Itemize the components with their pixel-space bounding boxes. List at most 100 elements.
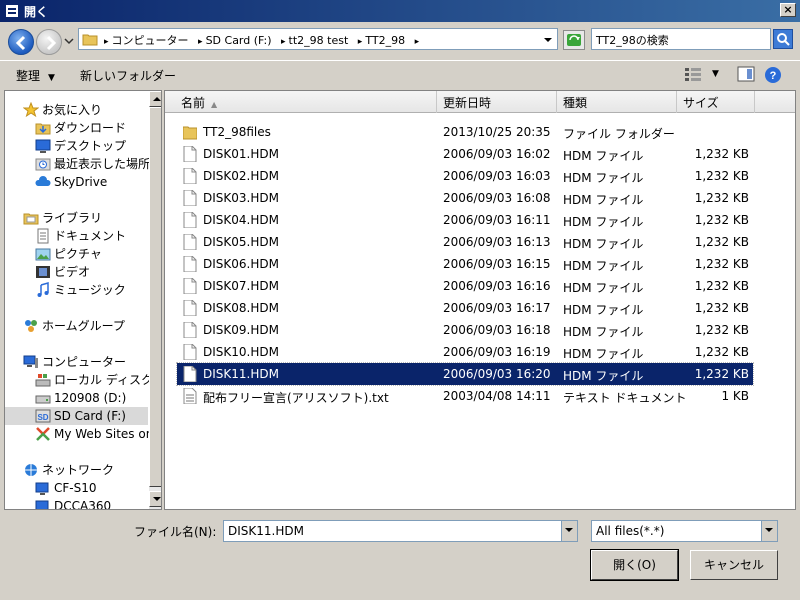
scroll-down-button[interactable] bbox=[149, 491, 161, 507]
file-size: 1,232 KB bbox=[694, 169, 749, 183]
nav-computer[interactable]: コンピューター bbox=[23, 353, 148, 371]
file-icon bbox=[183, 344, 197, 360]
history-dropdown-icon[interactable] bbox=[64, 37, 74, 45]
nav-recent-places[interactable]: 最近表示した場所 bbox=[35, 155, 150, 173]
nav-network-dcca360[interactable]: DCCA360 bbox=[35, 497, 148, 509]
file-row[interactable]: DISK05.HDM 2006/09/03 16:13 HDM ファイル 1,232 … bbox=[177, 231, 753, 253]
file-date: 2006/09/03 16:19 bbox=[443, 345, 551, 359]
breadcrumb-tt2-98[interactable]: TT2_98 bbox=[365, 34, 405, 47]
nav-drive-d[interactable]: 120908 (D:) bbox=[35, 389, 148, 407]
organize-button[interactable]: 整理 ▼ bbox=[16, 67, 55, 84]
nav-my-web-sites[interactable]: My Web Sites on bbox=[35, 425, 153, 443]
file-row[interactable]: DISK04.HDM 2006/09/03 16:11 HDM ファイル 1,232 … bbox=[177, 209, 753, 231]
file-type: HDM ファイル bbox=[563, 325, 644, 339]
file-name: DISK04.HDM bbox=[203, 213, 279, 227]
nav-libraries[interactable]: ライブラリ bbox=[23, 209, 148, 227]
nav-sd-card[interactable]: SD SD Card (F:) bbox=[5, 407, 148, 425]
file-name: 配布フリー宣言(アリスソフト).txt bbox=[203, 391, 389, 405]
cloud-icon bbox=[35, 176, 51, 186]
file-size: 1,232 KB bbox=[694, 367, 749, 381]
file-row[interactable]: DISK02.HDM 2006/09/03 16:03 HDM ファイル 1,232 … bbox=[177, 165, 753, 187]
file-row[interactable]: DISK06.HDM 2006/09/03 16:15 HDM ファイル 1,232 … bbox=[177, 253, 753, 275]
nav-favorites[interactable]: お気に入り bbox=[23, 101, 148, 119]
file-row[interactable]: DISK07.HDM 2006/09/03 16:16 HDM ファイル 1,232 … bbox=[177, 275, 753, 297]
content-area: お気に入り ダウンロード デスクトップ 最近表示した場所 SkyDrive ライ… bbox=[0, 88, 800, 510]
preview-pane-icon[interactable] bbox=[737, 66, 755, 82]
nav-documents[interactable]: ドキュメント bbox=[35, 227, 148, 245]
file-name: DISK11.HDM bbox=[203, 367, 279, 381]
file-row[interactable]: 配布フリー宣言(アリスソフト).txt 2003/04/08 14:11 テキスト … bbox=[177, 385, 753, 407]
arrow-down-icon bbox=[153, 497, 161, 501]
breadcrumb: ▸ コンピューター ▸ SD Card (F:) ▸ tt2_98 test ▸ TT2… bbox=[104, 34, 420, 47]
file-row[interactable]: DISK08.HDM 2006/09/03 16:17 HDM ファイル 1,232 … bbox=[177, 297, 753, 319]
refresh-button[interactable] bbox=[563, 30, 585, 50]
file-size: 1,232 KB bbox=[694, 213, 749, 227]
file-type: HDM ファイル bbox=[563, 171, 644, 185]
breadcrumb-sd-card[interactable]: SD Card (F:) bbox=[206, 34, 272, 47]
address-dropdown-icon[interactable] bbox=[543, 36, 553, 44]
nav-scrollbar[interactable] bbox=[149, 91, 161, 509]
column-size[interactable]: サイズ bbox=[677, 91, 755, 113]
filename-dropdown[interactable] bbox=[561, 521, 577, 541]
nav-desktop[interactable]: デスクトップ bbox=[35, 137, 148, 155]
new-folder-button[interactable]: 新しいフォルダー bbox=[80, 67, 176, 84]
breadcrumb-tt2-98-test[interactable]: tt2_98 test bbox=[289, 34, 349, 47]
search-input[interactable]: TT2_98の検索 bbox=[591, 28, 771, 50]
back-button[interactable] bbox=[8, 29, 34, 55]
file-type-dropdown[interactable] bbox=[761, 521, 777, 541]
open-button[interactable]: 開く(O) bbox=[590, 549, 679, 581]
star-icon bbox=[23, 102, 39, 118]
nav-videos[interactable]: ビデオ bbox=[35, 263, 148, 281]
file-name: DISK10.HDM bbox=[203, 345, 279, 359]
filename-input[interactable]: DISK11.HDM bbox=[223, 520, 578, 542]
column-name[interactable]: 名前 ▲ bbox=[175, 91, 437, 113]
close-button[interactable]: × bbox=[780, 3, 796, 17]
column-date[interactable]: 更新日時 bbox=[437, 91, 557, 113]
scroll-thumb[interactable] bbox=[149, 107, 161, 487]
forward-button[interactable] bbox=[36, 29, 62, 55]
breadcrumb-computer[interactable]: コンピューター bbox=[112, 34, 189, 47]
search-button[interactable] bbox=[773, 29, 793, 49]
file-row[interactable]: DISK10.HDM 2006/09/03 16:19 HDM ファイル 1,232 … bbox=[177, 341, 753, 363]
file-date: 2006/09/03 16:03 bbox=[443, 169, 551, 183]
file-row[interactable]: DISK09.HDM 2006/09/03 16:18 HDM ファイル 1,232 … bbox=[177, 319, 753, 341]
nav-network-cf-s10[interactable]: CF-S10 bbox=[35, 479, 148, 497]
file-row[interactable]: DISK03.HDM 2006/09/03 16:08 HDM ファイル 1,232 … bbox=[177, 187, 753, 209]
folder-icon bbox=[82, 34, 98, 46]
navigation-pane[interactable]: お気に入り ダウンロード デスクトップ 最近表示した場所 SkyDrive ライ… bbox=[4, 90, 162, 510]
filename-label: ファイル名(N): bbox=[134, 525, 217, 539]
nav-network[interactable]: ネットワーク bbox=[23, 461, 148, 479]
drive-icon bbox=[35, 395, 51, 404]
homegroup-icon bbox=[25, 320, 37, 332]
cancel-button[interactable]: キャンセル bbox=[690, 550, 778, 580]
nav-homegroup[interactable]: ホームグループ bbox=[23, 317, 148, 335]
nav-music[interactable]: ミュージック bbox=[35, 281, 148, 299]
view-dropdown[interactable]: ▼ bbox=[712, 69, 719, 79]
file-name: DISK05.HDM bbox=[203, 235, 279, 249]
file-row[interactable]: DISK01.HDM 2006/09/03 16:02 HDM ファイル 1,232 … bbox=[177, 143, 753, 165]
nav-local-disk[interactable]: ローカル ディスク (C bbox=[35, 371, 161, 389]
file-name: DISK08.HDM bbox=[203, 301, 279, 315]
nav-skydrive[interactable]: SkyDrive bbox=[35, 173, 148, 191]
file-type-select[interactable]: All files(*.*) bbox=[591, 520, 778, 542]
svg-text:SD: SD bbox=[37, 413, 48, 422]
music-icon bbox=[37, 282, 49, 297]
nav-downloads[interactable]: ダウンロード bbox=[35, 119, 148, 137]
file-icon bbox=[183, 212, 197, 228]
help-icon[interactable]: ? bbox=[764, 66, 782, 84]
command-bar: 整理 ▼ 新しいフォルダー ▼ ? bbox=[0, 60, 800, 88]
file-name: DISK03.HDM bbox=[203, 191, 279, 205]
address-bar[interactable]: ▸ コンピューター ▸ SD Card (F:) ▸ tt2_98 test ▸ TT2… bbox=[78, 28, 558, 50]
column-type[interactable]: 種類 bbox=[557, 91, 677, 113]
network-icon bbox=[25, 464, 37, 476]
scroll-up-button[interactable] bbox=[149, 91, 161, 107]
download-folder-icon bbox=[35, 123, 51, 135]
folder-icon bbox=[183, 126, 197, 140]
file-row[interactable]: DISK11.HDM 2006/09/03 16:20 HDM ファイル 1,232 … bbox=[176, 362, 754, 386]
nav-pictures[interactable]: ピクチャ bbox=[35, 245, 148, 263]
file-row[interactable]: TT2_98files 2013/10/25 20:35 ファイル フォルダー bbox=[177, 121, 753, 143]
file-name: DISK09.HDM bbox=[203, 323, 279, 337]
view-options-icon[interactable] bbox=[684, 66, 702, 82]
file-list[interactable]: 名前 ▲ 更新日時 種類 サイズ TT2_98files 2013/10/25 20… bbox=[164, 90, 796, 510]
local-disk-icon bbox=[35, 374, 51, 387]
